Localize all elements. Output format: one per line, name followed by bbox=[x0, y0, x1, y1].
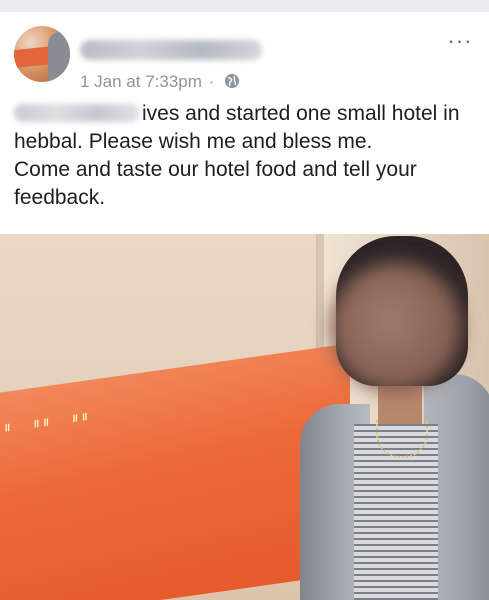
post-text-line: Come and taste our hotel food and tell y… bbox=[14, 158, 417, 181]
blurred-text bbox=[14, 104, 140, 122]
post-text-line: feedback. bbox=[14, 186, 106, 209]
post-text-line: hebbal. Please wish me and bless me. bbox=[14, 130, 373, 153]
post-text-segment: ives and started one small hotel in bbox=[142, 102, 460, 125]
post-header: 1 Jan at 7:33pm · ··· bbox=[14, 26, 475, 91]
banner-strip-text: ॥ ॥ bbox=[0, 421, 11, 436]
banner-strip-text: ॥ ॥ bbox=[71, 410, 88, 426]
post-text-line: ives and started one small hotel in bbox=[14, 100, 475, 128]
more-options-button[interactable]: ··· bbox=[445, 30, 475, 56]
author-name-blurred[interactable] bbox=[80, 40, 262, 60]
post-card: 1 Jan at 7:33pm · ··· ives and started o… bbox=[0, 12, 489, 600]
avatar[interactable] bbox=[14, 26, 70, 82]
photo-person-face-blurred bbox=[330, 262, 462, 392]
post-timestamp[interactable]: 1 Jan at 7:33pm bbox=[80, 72, 202, 91]
avatar-person bbox=[48, 32, 70, 82]
meta-separator: · bbox=[208, 72, 215, 91]
banner-strip-text: ॥ ॥ bbox=[32, 416, 49, 431]
post-meta: 1 Jan at 7:33pm · bbox=[80, 72, 240, 94]
post-photo[interactable]: ॥ ॥ ॥ ॥ ॥ ॥ bbox=[0, 234, 489, 600]
globe-icon[interactable] bbox=[224, 73, 240, 94]
post-text: ives and started one small hotel in hebb… bbox=[14, 100, 475, 212]
